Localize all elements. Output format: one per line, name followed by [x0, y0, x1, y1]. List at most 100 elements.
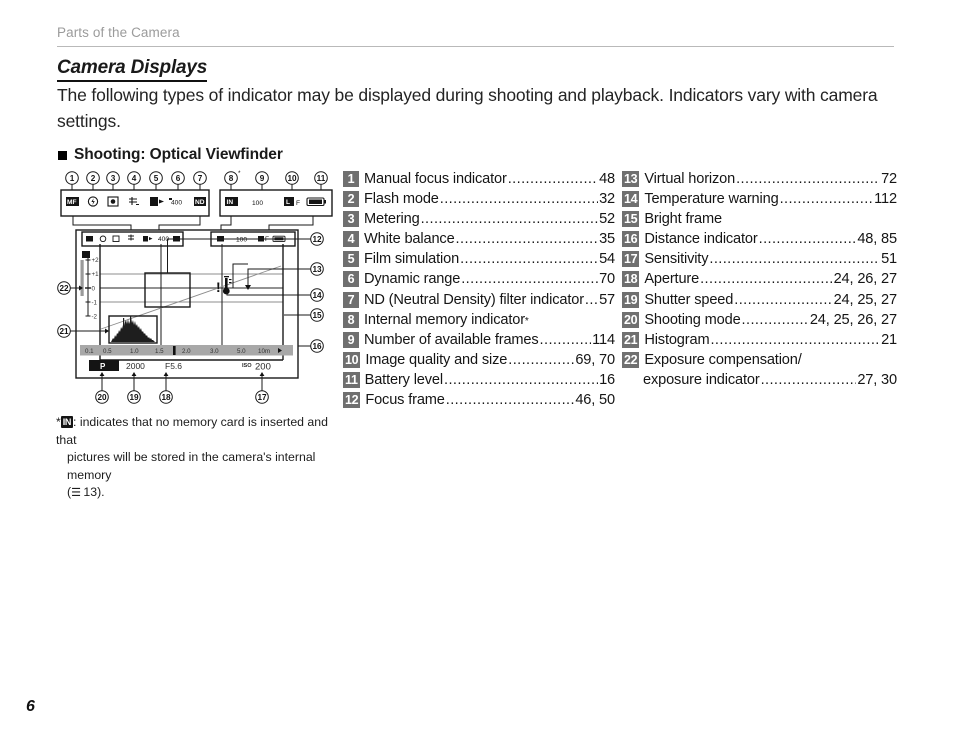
index-body: ND (Neutral Density) filter indicator ..…: [364, 290, 615, 310]
index-leader-dots: ........................................…: [758, 231, 857, 248]
svg-text:10: 10: [287, 174, 297, 183]
index-item-3[interactable]: 3 Metering .............................…: [343, 209, 615, 229]
index-body: Manual focus indicator .................…: [364, 169, 615, 189]
fig-icon-battery: [306, 197, 326, 207]
fig-callout-10: 10: [285, 171, 299, 190]
svg-text:7: 7: [198, 174, 203, 183]
index-item-4[interactable]: 4 White balance ........................…: [343, 229, 615, 249]
fig-callout-7: 7: [193, 171, 207, 190]
index-item-21[interactable]: 21 Histogram ...........................…: [622, 330, 897, 350]
svg-text:2: 2: [91, 174, 96, 183]
fig-icon-flash: [87, 196, 99, 207]
fig-callout-14: 14: [226, 288, 324, 302]
index-item-13[interactable]: 13 Virtual horizon .....................…: [622, 169, 897, 189]
index-item-17[interactable]: 17 Sensitivity .........................…: [622, 249, 897, 269]
index-leader-dots: ........................................…: [709, 251, 880, 268]
index-item-11[interactable]: 11 Battery level .......................…: [343, 370, 615, 390]
svg-text:3.0: 3.0: [210, 348, 219, 355]
svg-text:2.0: 2.0: [182, 348, 191, 355]
index-label: Shooting mode: [644, 311, 741, 328]
fig-icon-white-balance: [129, 197, 139, 206]
fig-callout-18: 18: [159, 372, 173, 404]
fig-histogram: [108, 315, 158, 344]
page-number: 6: [26, 698, 35, 715]
fig-callout-4: 4: [127, 171, 141, 190]
svg-text:!: !: [216, 279, 221, 295]
internal-memory-icon: IN: [60, 416, 73, 428]
index-label: Battery level: [364, 371, 444, 388]
index-item-22-continuation[interactable]: exposure indicator .....................…: [622, 370, 897, 390]
index-page: 21: [881, 331, 897, 348]
index-label: Dynamic range: [364, 271, 461, 288]
subsection-heading: Shooting: Optical Viewfinder: [58, 146, 283, 164]
index-body: Film simulation ........................…: [364, 249, 615, 269]
index-item-22[interactable]: 22 Exposure compensation/: [622, 350, 897, 370]
fig-callout-1: 1: [65, 171, 79, 190]
index-badge: 20: [622, 311, 640, 328]
fig-icon-film-simulation: [150, 197, 164, 206]
index-badge: 10: [343, 351, 361, 368]
index-item-2[interactable]: 2 Flash mode ...........................…: [343, 189, 615, 209]
index-body: Shooting mode ..........................…: [644, 310, 897, 330]
index-leader-dots: ........................................…: [779, 191, 874, 208]
index-item-15[interactable]: 15 Bright frame: [622, 209, 897, 229]
index-leader-dots: ........................................…: [455, 231, 599, 248]
fig-temperature-warning: !: [216, 276, 232, 295]
index-label: Sensitivity: [644, 251, 709, 268]
index-page: 35: [599, 231, 615, 248]
svg-text:+1: +1: [92, 271, 100, 278]
fig-shutter-speed: 2000: [126, 361, 145, 371]
index-badge: 15: [622, 211, 640, 228]
page-title: Camera Displays: [57, 57, 207, 82]
subsection-heading-label: Shooting: Optical Viewfinder: [74, 146, 283, 163]
index-item-10[interactable]: 10 Image quality and size ..............…: [343, 350, 615, 370]
index-label: exposure indicator: [643, 371, 760, 388]
fig-callout-6: 6: [171, 171, 185, 190]
fig-callout-22: 22: [57, 281, 83, 295]
svg-text:P: P: [100, 362, 106, 371]
index-label: Image quality and size: [365, 351, 508, 368]
index-item-9[interactable]: 9 Number of available frames ...........…: [343, 330, 615, 350]
index-item-1[interactable]: 1 Manual focus indicator ...............…: [343, 169, 615, 189]
index-leader-dots: ........................................…: [420, 211, 598, 228]
index-item-20[interactable]: 20 Shooting mode .......................…: [622, 310, 897, 330]
svg-text:IN: IN: [227, 199, 234, 206]
svg-text:400: 400: [171, 200, 182, 207]
index-leader-dots: ........................................…: [439, 191, 598, 208]
svg-text:20: 20: [97, 393, 107, 402]
index-item-18[interactable]: 18 Aperture ............................…: [622, 269, 897, 289]
index-page: 57: [599, 291, 615, 308]
index-page: 51: [881, 251, 897, 268]
index-item-5[interactable]: 5 Film simulation ......................…: [343, 249, 615, 269]
index-leader-dots: ........................................…: [445, 392, 575, 409]
index-label: Manual focus indicator: [364, 171, 507, 187]
svg-text:MF: MF: [67, 199, 77, 206]
index-label: Focus frame: [365, 392, 445, 409]
fig-iso-prefix: ISO: [242, 363, 252, 369]
svg-text:10m: 10m: [258, 348, 270, 355]
index-body: Sensitivity ............................…: [644, 249, 897, 269]
index-item-6[interactable]: 6 Dynamic range ........................…: [343, 269, 615, 289]
index-page: 114: [592, 331, 615, 348]
index-page: 27, 30: [857, 371, 897, 388]
svg-text:11: 11: [317, 174, 326, 183]
index-item-19[interactable]: 19 Shutter speed .......................…: [622, 290, 897, 310]
index-leader-dots: ........................................…: [539, 331, 592, 348]
fig-main-display: 400 100 F +2 +1 0 -1 -2 ! 0.1 0.5 1.0 1.…: [75, 229, 299, 379]
index-badge: 9: [343, 331, 359, 348]
index-item-12[interactable]: 12 Focus frame .........................…: [343, 390, 615, 410]
index-label: Number of available frames: [364, 331, 539, 348]
index-badge: 3: [343, 211, 359, 228]
running-header: Parts of the Camera: [57, 25, 894, 47]
index-body: Temperature warning ....................…: [644, 189, 897, 209]
index-item-16[interactable]: 16 Distance indicator ..................…: [622, 229, 897, 249]
index-label: Metering: [364, 211, 420, 228]
index-item-7[interactable]: 7 ND (Neutral Density) filter indicator …: [343, 290, 615, 310]
index-item-14[interactable]: 14 Temperature warning .................…: [622, 189, 897, 209]
fig-top-left-panel: 1 2 3 4 5 6 7 MF 400 ND: [60, 171, 210, 217]
fig-callout-16: 16: [297, 339, 324, 353]
index-page: 16: [599, 371, 615, 388]
index-badge: 7: [343, 291, 359, 308]
fig-callout-19: 19: [127, 372, 141, 404]
index-item-8[interactable]: 8 Internal memory indicator *: [343, 310, 615, 330]
